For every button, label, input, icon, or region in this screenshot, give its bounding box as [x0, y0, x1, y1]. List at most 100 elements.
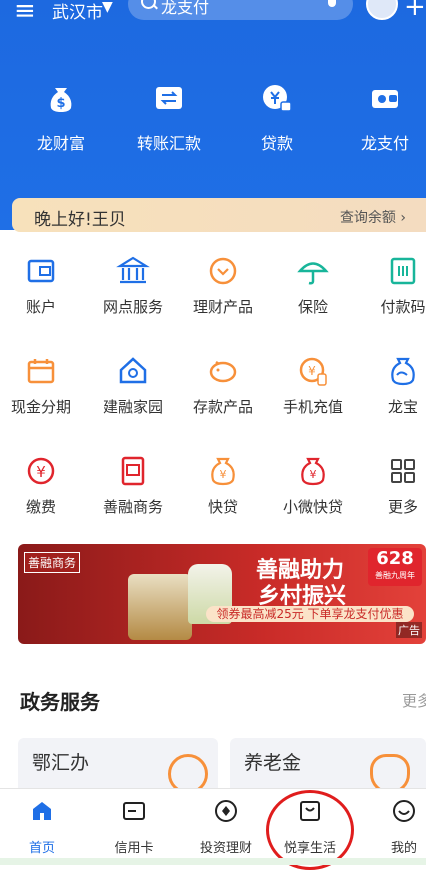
plus-icon[interactable]: +	[404, 0, 426, 22]
svg-text:$: $	[56, 96, 65, 111]
menu-icon[interactable]: ≡	[14, 0, 36, 26]
payment-code-icon	[386, 254, 420, 288]
svg-text:¥: ¥	[220, 468, 227, 481]
microphone-icon[interactable]	[328, 0, 336, 7]
grid-label: 建融家园	[102, 398, 163, 416]
top-nav-item-longcaifu[interactable]: $ 龙财富	[16, 82, 106, 154]
grid-label: 缴费	[25, 498, 56, 516]
section-more-link[interactable]: 更多	[402, 690, 426, 711]
grid-item-shanrong-commerce[interactable]: 善融商务	[90, 454, 176, 517]
home-icon	[116, 354, 150, 388]
top-bar: ≡ 武汉市 ▼ 龙支付 +	[0, 0, 426, 28]
ad-label: 广告	[396, 622, 422, 638]
bottom-tab-bar: 首页 信用卡 投资理财 悦享生活 我的	[0, 788, 426, 866]
grid-label: 小微快贷	[282, 498, 343, 516]
grid-label: 龙宝	[387, 398, 418, 416]
badge-number: 628	[376, 548, 414, 569]
credit-card-icon	[122, 799, 146, 823]
banner-coupon-text: 领券最高减25元 下单享龙支付优惠	[206, 606, 414, 622]
tab-label: 信用卡	[114, 841, 154, 856]
tab-label: 首页	[28, 841, 55, 856]
city-selector[interactable]: 武汉市	[52, 0, 103, 23]
tab-label: 投资理财	[199, 841, 252, 856]
badge-subtext: 善融九周年	[375, 571, 415, 580]
promo-banner[interactable]: 善融商务 善融助力 乡村振兴 628 善融九周年 领券最高减25元 下单享龙支付…	[18, 544, 426, 644]
grid-item-small-quick-loan[interactable]: ¥ 小微快贷	[270, 454, 356, 517]
bank-branch-icon	[116, 254, 150, 288]
loan-icon	[261, 82, 293, 114]
grid-item-insurance[interactable]: 保险	[270, 254, 356, 317]
grid-label: 存款产品	[192, 398, 253, 416]
grid-label: 现金分期	[10, 398, 71, 416]
profile-icon	[392, 799, 416, 823]
grid-label: 理财产品	[192, 298, 253, 316]
yuan-icon: ¥	[24, 454, 58, 488]
search-placeholder: 龙支付	[161, 0, 210, 17]
grid-label: 保险	[297, 298, 328, 316]
grid-label: 账户	[25, 298, 56, 316]
tab-investment[interactable]: 投资理财	[184, 799, 268, 856]
banner-brand: 善融商务	[24, 552, 81, 573]
check-balance-link[interactable]: 查询余额 ›	[340, 207, 406, 227]
banner-anniversary-badge: 628 善融九周年	[368, 548, 422, 586]
avatar[interactable]	[366, 0, 398, 20]
tab-label: 我的	[390, 841, 417, 856]
top-nav-label: 龙财富	[36, 134, 85, 153]
card-title: 养老金	[244, 752, 302, 774]
grid-item-cash-installment[interactable]: 现金分期	[0, 354, 84, 417]
grid-item-jianrong-home[interactable]: 建融家园	[90, 354, 176, 417]
greeting-bar: 晚上好!王贝 查询余额 ›	[12, 198, 426, 232]
home-tab-icon	[30, 799, 54, 823]
svg-text:¥: ¥	[36, 463, 46, 481]
tab-credit-card[interactable]: 信用卡	[92, 799, 176, 856]
dragon-bag-icon	[386, 354, 420, 388]
chevron-down-icon[interactable]: ▼	[102, 0, 113, 15]
grid-label: 更多	[387, 498, 418, 516]
card-title: 鄂汇办	[32, 752, 90, 774]
section-title: 政务服务	[20, 690, 100, 714]
piggy-bank-icon	[206, 354, 240, 388]
top-nav-label: 贷款	[260, 134, 293, 153]
top-nav-item-transfer[interactable]: 转账汇款	[124, 82, 214, 154]
grid-item-branch-service[interactable]: 网点服务	[90, 254, 176, 317]
wallet-icon	[369, 82, 401, 114]
tab-home[interactable]: 首页	[0, 799, 84, 856]
greeting-text: 晚上好!王贝	[34, 210, 126, 230]
top-nav-label: 龙支付	[360, 134, 409, 153]
account-icon	[24, 254, 58, 288]
tab-profile[interactable]: 我的	[362, 799, 426, 856]
transfer-icon	[153, 82, 185, 114]
grid-label: 快贷	[207, 498, 238, 516]
svg-text:¥: ¥	[310, 468, 317, 481]
header-hero: ≡ 武汉市 ▼ 龙支付 + $ 龙财富 转账汇款 贷款 龙支付	[0, 0, 426, 230]
small-loan-icon: ¥	[296, 454, 330, 488]
grid-item-account[interactable]: 账户	[0, 254, 84, 317]
grid-item-financial-products[interactable]: 理财产品	[180, 254, 266, 317]
banner-product-image	[128, 574, 192, 640]
shop-icon	[116, 454, 150, 488]
more-grid-icon	[386, 454, 420, 488]
grid-item-payment-code[interactable]: 付款码	[360, 254, 426, 317]
grid-item-more[interactable]: 更多	[360, 454, 426, 517]
svg-text:¥: ¥	[308, 364, 316, 378]
grid-label: 付款码	[380, 298, 426, 316]
umbrella-icon	[296, 254, 330, 288]
grid-label: 善融商务	[102, 498, 163, 516]
top-nav-label: 转账汇款	[136, 134, 201, 153]
invest-icon	[214, 799, 238, 823]
financial-product-icon	[206, 254, 240, 288]
calendar-icon	[24, 354, 58, 388]
grid-item-deposit-products[interactable]: 存款产品	[180, 354, 266, 417]
grid-label: 网点服务	[102, 298, 163, 316]
top-nav-item-loan[interactable]: 贷款	[232, 82, 322, 154]
search-icon	[141, 0, 156, 9]
grid-item-quick-loan[interactable]: ¥ 快贷	[180, 454, 266, 517]
top-nav-item-longpay[interactable]: 龙支付	[340, 82, 426, 154]
search-input[interactable]: 龙支付	[128, 0, 353, 20]
footer-strip	[0, 858, 426, 865]
grid-item-phone-topup[interactable]: ¥ 手机充值	[270, 354, 356, 417]
grid-item-longbao[interactable]: 龙宝	[360, 354, 426, 417]
phone-topup-icon: ¥	[296, 354, 330, 388]
quick-loan-icon: ¥	[206, 454, 240, 488]
grid-item-bill-payment[interactable]: ¥ 缴费	[0, 454, 84, 517]
